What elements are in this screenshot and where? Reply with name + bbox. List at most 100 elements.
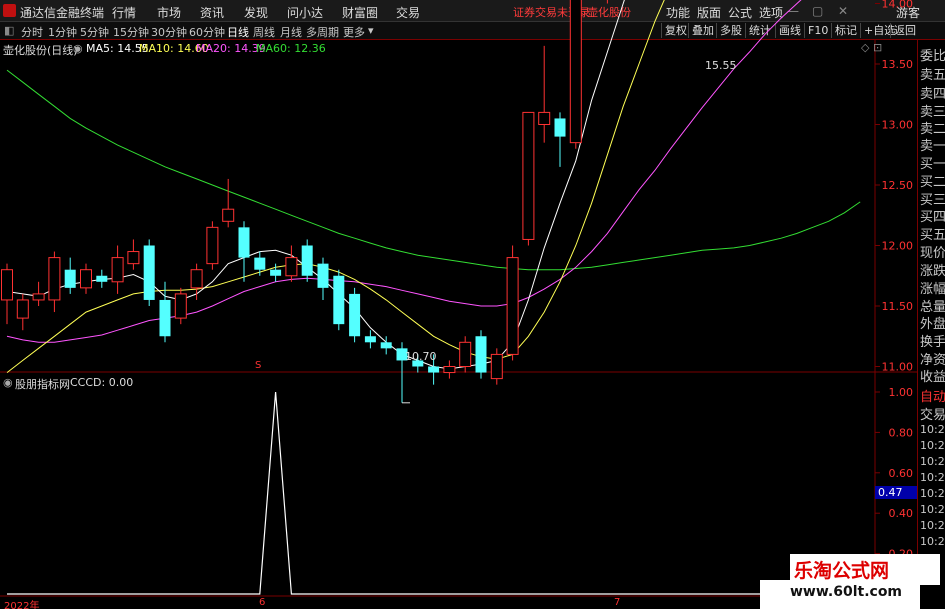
candle-body xyxy=(48,257,61,301)
candle-body xyxy=(64,269,76,288)
low-annotation: 10.70 xyxy=(405,350,437,363)
candle-body xyxy=(127,251,140,265)
kline-chart[interactable]: 15.5015.0014.5014.0013.5013.0012.5012.00… xyxy=(0,0,945,609)
trade-time: 10:27 xyxy=(920,535,945,548)
side-item-buy5[interactable]: 买五 xyxy=(920,224,945,243)
indicator-tick-label: 0.60 xyxy=(889,467,914,480)
candle-body xyxy=(475,336,487,373)
candle xyxy=(238,221,250,282)
side-item-price[interactable]: 现价 xyxy=(920,242,945,261)
trade-time: 10:26 xyxy=(920,471,945,484)
diamond-icon[interactable]: ◇ xyxy=(861,41,869,54)
date-label-june: 6 xyxy=(259,597,266,608)
side-item-turnover[interactable]: 换手 xyxy=(920,331,945,350)
side-item-buy1[interactable]: 买一 xyxy=(920,153,945,172)
chart-grid xyxy=(0,40,917,597)
watermark: 乐淘公式网 www.60lt.com xyxy=(760,554,940,609)
candle xyxy=(569,0,582,149)
candle-body xyxy=(380,342,392,349)
price-tick-label: 12.00 xyxy=(882,240,914,253)
candle xyxy=(317,257,329,300)
side-item-auto[interactable]: 自动 xyxy=(920,386,945,405)
candle-body xyxy=(538,111,551,126)
trade-time: 10:26 xyxy=(920,439,945,452)
indicator-title: 股朋指标网 xyxy=(15,378,70,391)
side-item-buy4[interactable]: 买四 xyxy=(920,206,945,225)
ma-settings-icon[interactable]: ◉ xyxy=(73,42,83,55)
candle-body xyxy=(459,341,472,367)
candle xyxy=(254,251,266,276)
candle xyxy=(606,0,608,4)
ma10-line xyxy=(6,0,665,373)
trade-time: 10:27 xyxy=(920,519,945,532)
quote-side-panel: 委比 卖五 卖四 卖三 卖二 卖一 买一 买二 买三 买四 买五 现价 涨跌 涨… xyxy=(917,40,945,609)
side-item-earnings[interactable]: 收益 xyxy=(920,366,945,385)
side-item-weibi[interactable]: 委比 xyxy=(920,45,945,64)
candle-body xyxy=(364,336,376,343)
candle xyxy=(48,251,61,313)
expand-icon[interactable]: ⊡ xyxy=(873,41,882,54)
candle-body xyxy=(254,257,266,270)
side-item-buy2[interactable]: 买二 xyxy=(920,171,945,190)
candle xyxy=(127,239,140,270)
candle xyxy=(1,263,13,325)
trade-time: 10:27 xyxy=(920,503,945,516)
candle xyxy=(16,293,29,331)
side-item-outer[interactable]: 外盘 xyxy=(920,313,945,332)
candle xyxy=(443,360,456,379)
indicator-settings-icon[interactable]: ◉ xyxy=(3,376,13,389)
candle-body xyxy=(143,245,155,300)
ma5-line xyxy=(6,0,625,370)
candle xyxy=(80,263,92,294)
candle xyxy=(506,245,519,361)
indicator-current-value: 0.47 xyxy=(875,486,917,499)
price-tick-label: 14.00 xyxy=(882,0,914,11)
candle-body xyxy=(506,257,519,355)
price-tick-label: 11.50 xyxy=(882,300,914,313)
watermark-url: www.60lt.com xyxy=(790,584,903,600)
candle-body xyxy=(301,245,313,276)
candle-body xyxy=(270,269,282,276)
candle xyxy=(96,269,108,288)
indicator-tick-label: 1.00 xyxy=(889,386,914,399)
price-tick-label: 11.00 xyxy=(882,361,914,374)
side-item-change-pct[interactable]: 涨幅 xyxy=(920,278,945,297)
date-label-july: 7 xyxy=(614,597,621,608)
price-axis: 15.5015.0014.5014.0013.5013.0012.5012.00… xyxy=(402,0,913,601)
candle-body xyxy=(490,353,503,380)
candle xyxy=(32,281,45,306)
candle xyxy=(222,178,235,228)
candle-body xyxy=(174,293,187,319)
candle xyxy=(490,348,503,385)
ma60-label: MA60: 12.36 xyxy=(256,42,326,55)
candle-body xyxy=(238,227,250,258)
trade-time: 10:26 xyxy=(920,423,945,436)
candle-body xyxy=(428,366,440,373)
candle-body xyxy=(554,118,566,137)
candle xyxy=(190,263,203,300)
side-item-trade[interactable]: 交易 xyxy=(920,404,945,423)
candle xyxy=(522,111,535,246)
cccd-line xyxy=(7,391,861,595)
candle xyxy=(364,330,376,349)
side-item-sell5[interactable]: 卖五 xyxy=(920,64,945,83)
price-tick-label: 12.50 xyxy=(882,179,914,192)
candle-body xyxy=(349,293,361,337)
indicator-value: CCCD: 0.00 xyxy=(70,376,134,389)
trade-time: 10:27 xyxy=(920,487,945,500)
side-item-sell1[interactable]: 卖一 xyxy=(920,135,945,154)
sell-marker: S xyxy=(255,360,262,371)
candle-body xyxy=(569,0,582,144)
candle xyxy=(143,239,155,306)
ma60-line xyxy=(6,69,861,271)
candle-body xyxy=(443,366,456,374)
candle xyxy=(206,221,219,270)
candle xyxy=(285,245,298,282)
candle xyxy=(538,45,551,143)
candle-body xyxy=(317,263,329,288)
side-item-sell4[interactable]: 卖四 xyxy=(920,83,945,102)
side-item-change[interactable]: 涨跌 xyxy=(920,260,945,279)
candle-body xyxy=(32,293,45,301)
candle-body xyxy=(222,208,235,222)
indicator-tick-label: 0.80 xyxy=(889,426,914,439)
